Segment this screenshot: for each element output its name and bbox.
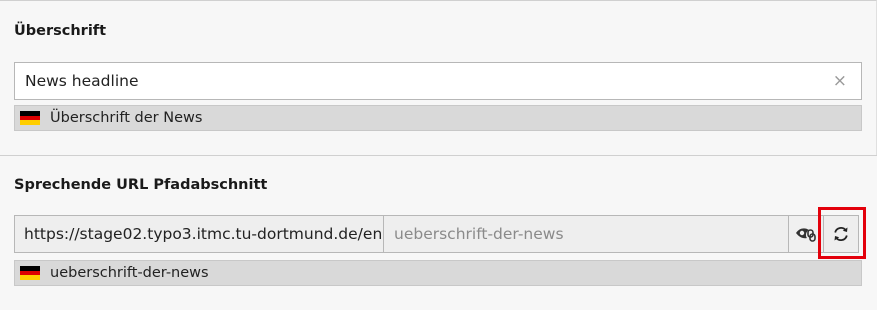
de-flag-icon: [20, 266, 40, 281]
headline-input-value[interactable]: News headline: [25, 72, 138, 90]
toggle-manual-edit-button[interactable]: [789, 215, 824, 253]
headline-panel: Überschrift News headline × Überschrift …: [0, 0, 877, 155]
slug-input[interactable]: ueberschrift-der-news: [384, 215, 789, 253]
slug-translation-row: ueberschrift-der-news: [14, 260, 862, 286]
slug-translation-text: ueberschrift-der-news: [50, 265, 209, 281]
headline-translation-text: Überschrift der News: [50, 110, 203, 126]
headline-input[interactable]: News headline ×: [14, 62, 862, 100]
headline-label: Überschrift: [14, 23, 107, 39]
slug-label: Sprechende URL Pfadabschnitt: [14, 177, 268, 193]
slug-prefix: https://stage02.typo3.itmc.tu-dortmund.d…: [14, 215, 384, 253]
de-flag-icon: [20, 111, 40, 126]
clear-icon[interactable]: ×: [833, 72, 847, 90]
slug-input-group: https://stage02.typo3.itmc.tu-dortmund.d…: [14, 215, 859, 253]
recalculate-slug-button[interactable]: [824, 215, 859, 253]
eye-link-icon: [796, 228, 816, 242]
refresh-icon: [834, 226, 848, 242]
headline-translation-row: Überschrift der News: [14, 105, 862, 131]
